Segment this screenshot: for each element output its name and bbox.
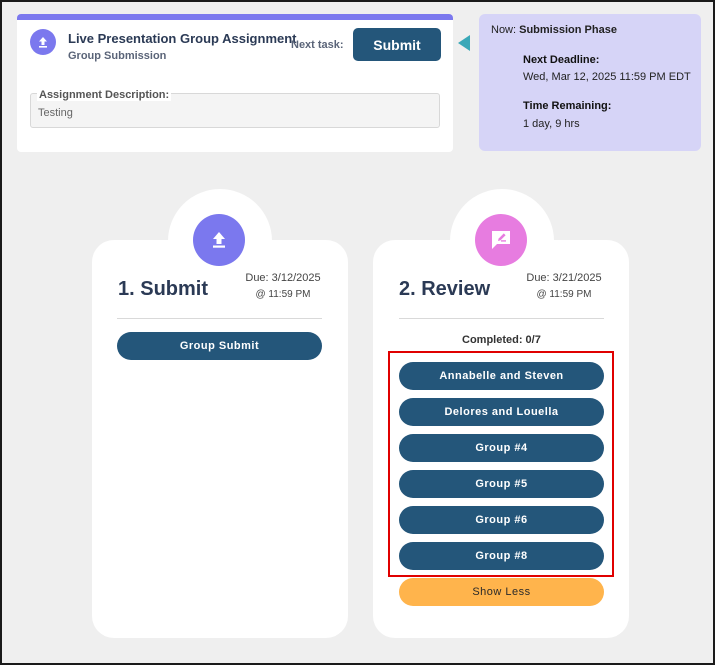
now-label: Now: [491,24,517,36]
review-group-button[interactable]: Group #8 [399,542,604,570]
upload-icon [193,214,245,266]
assignment-header-card: Live Presentation Group Assignment Group… [17,14,453,152]
review-group-button[interactable]: Group #4 [399,434,604,462]
upload-icon [30,29,56,55]
submit-due-label: Due: 3/12/2025 [245,272,321,284]
assignment-title: Live Presentation Group Assignment [68,31,297,46]
submit-due-date: Due: 3/12/2025 @ 11:59 PM [240,272,326,300]
review-due-label: Due: 3/21/2025 [526,272,602,284]
review-due-date: Due: 3/21/2025 @ 11:59 PM [521,272,607,300]
now-value: Submission Phase [519,24,617,36]
review-due-time: @ 11:59 PM [536,289,592,300]
header-accent-bar [17,14,453,20]
description-label: Assignment Description: [37,89,172,101]
time-remaining-value: 1 day, 9 hrs [523,118,580,130]
review-group-button[interactable]: Delores and Louella [399,398,604,426]
assignment-subtitle: Group Submission [68,50,167,62]
review-divider [399,318,604,319]
next-deadline-label: Next Deadline: [523,54,600,66]
submit-due-time: @ 11:59 PM [255,289,311,300]
review-group-button[interactable]: Group #6 [399,506,604,534]
show-less-button[interactable]: Show Less [399,578,604,606]
submit-button[interactable]: Submit [353,28,441,61]
current-phase: Now: Submission Phase [491,24,617,36]
review-group-button[interactable]: Group #5 [399,470,604,498]
submit-step-title: 1. Submit [118,278,209,300]
phase-info-card: Now: Submission Phase Next Deadline: Wed… [479,14,701,151]
completed-count: Completed: 0/7 [462,334,541,346]
pointer-arrow-icon [458,35,470,51]
group-submit-button[interactable]: Group Submit [117,332,322,360]
time-remaining-label: Time Remaining: [523,100,612,112]
submit-divider [117,318,322,319]
review-comment-icon [475,214,527,266]
review-step-title: 2. Review [399,278,491,300]
next-deadline-value: Wed, Mar 12, 2025 11:59 PM EDT [523,71,691,83]
next-task-label: Next task: [291,39,344,51]
description-value: Testing [38,107,73,119]
assignment-description-field: Assignment Description: Testing [30,89,440,128]
review-group-button[interactable]: Annabelle and Steven [399,362,604,390]
